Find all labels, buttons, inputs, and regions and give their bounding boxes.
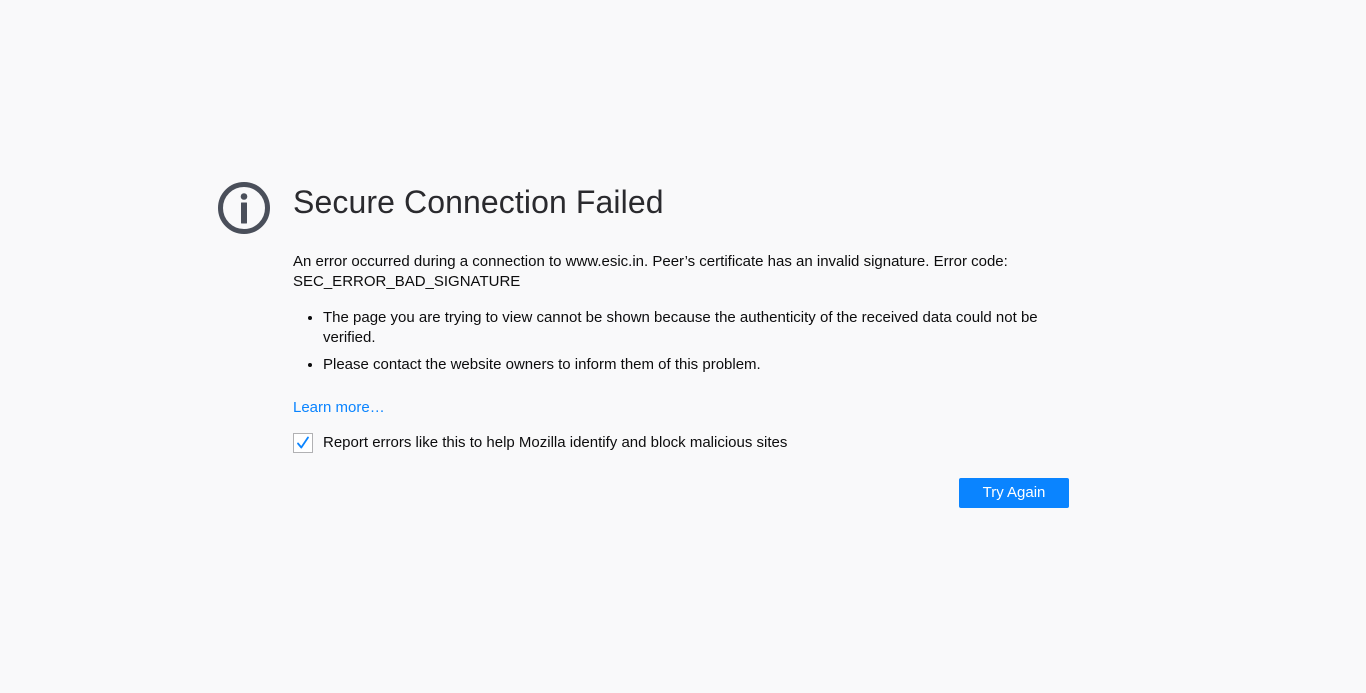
error-description: An error occurred during a connection to…: [293, 252, 1053, 292]
error-content: Secure Connection Failed An error occurr…: [293, 178, 1069, 453]
try-again-button[interactable]: Try Again: [959, 478, 1069, 508]
learn-more-link[interactable]: Learn more…: [293, 398, 385, 418]
list-item: Please contact the website owners to inf…: [323, 355, 1069, 375]
list-item: The page you are trying to view cannot b…: [323, 308, 1069, 348]
error-description-text: An error occurred during a connection to…: [293, 253, 1008, 270]
report-errors-row: Report errors like this to help Mozilla …: [293, 433, 1069, 453]
error-page: Secure Connection Failed An error occurr…: [0, 0, 1366, 693]
checkmark-icon: [297, 436, 309, 449]
report-errors-label: Report errors like this to help Mozilla …: [323, 434, 788, 451]
report-errors-checkbox[interactable]: [293, 433, 313, 453]
page-title: Secure Connection Failed: [293, 184, 664, 220]
info-icon: [218, 182, 270, 234]
error-details-list: The page you are trying to view cannot b…: [293, 308, 1069, 375]
error-code: SEC_ERROR_BAD_SIGNATURE: [293, 273, 521, 290]
